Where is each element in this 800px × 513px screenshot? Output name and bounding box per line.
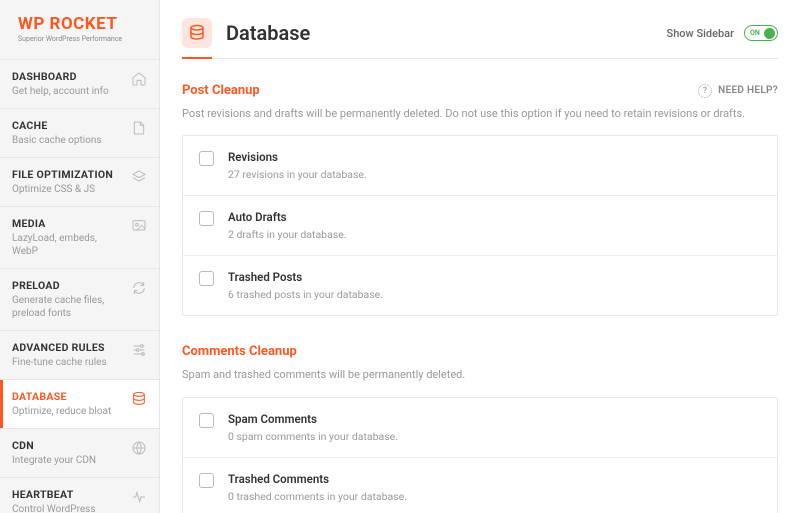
page-title: Database <box>226 21 310 45</box>
pulse-icon <box>131 489 147 505</box>
sidebar-item-title: CACHE <box>12 119 125 132</box>
show-sidebar-toggle[interactable]: ON <box>744 25 778 41</box>
sliders-icon <box>131 342 147 358</box>
option-auto-drafts: Auto Drafts 2 drafts in your database. <box>183 196 777 256</box>
image-icon <box>131 218 147 234</box>
database-icon <box>131 391 147 407</box>
tab-indicator <box>182 58 778 59</box>
sidebar-item-subtitle: Get help, account info <box>12 85 125 98</box>
sidebar-item-cache[interactable]: CACHE Basic cache options <box>0 109 159 158</box>
sidebar-item-subtitle: LazyLoad, embeds, WebP <box>12 232 125 258</box>
option-info: 2 drafts in your database. <box>228 228 347 241</box>
option-label: Trashed Posts <box>228 270 383 284</box>
sidebar-item-media[interactable]: MEDIA LazyLoad, embeds, WebP <box>0 207 159 269</box>
option-info: 27 revisions in your database. <box>228 168 367 181</box>
option-info: 0 spam comments in your database. <box>228 430 398 443</box>
sidebar-item-subtitle: Fine-tune cache rules <box>12 356 125 369</box>
checkbox[interactable] <box>199 211 214 226</box>
sidebar-item-subtitle: Integrate your CDN <box>12 454 125 467</box>
option-label: Auto Drafts <box>228 210 347 224</box>
brand-tagline: Superior WordPress Performance <box>18 35 141 43</box>
section-description: Spam and trashed comments will be perman… <box>182 367 778 382</box>
sidebar-item-title: FILE OPTIMIZATION <box>12 168 125 181</box>
sidebar-item-cdn[interactable]: CDN Integrate your CDN <box>0 429 159 478</box>
section-description: Post revisions and drafts will be perman… <box>182 106 778 121</box>
option-label: Revisions <box>228 150 367 164</box>
option-info: 0 trashed comments in your database. <box>228 490 407 503</box>
sidebar-item-heartbeat[interactable]: HEARTBEAT Control WordPress Heartbeat API <box>0 478 159 513</box>
checkbox[interactable] <box>199 413 214 428</box>
option-info: 6 trashed posts in your database. <box>228 288 383 301</box>
refresh-icon <box>131 280 147 296</box>
option-trashed-posts: Trashed Posts 6 trashed posts in your dat… <box>183 256 777 315</box>
file-icon <box>131 120 147 136</box>
sidebar-item-preload[interactable]: PRELOAD Generate cache files, preload fon… <box>0 269 159 331</box>
option-label: Spam Comments <box>228 412 398 426</box>
option-spam-comments: Spam Comments 0 spam comments in your dat… <box>183 398 777 458</box>
sidebar-item-title: HEARTBEAT <box>12 488 125 501</box>
home-icon <box>131 71 147 87</box>
option-label: Trashed Comments <box>228 472 407 486</box>
option-trashed-comments: Trashed Comments 0 trashed comments in yo… <box>183 458 777 513</box>
need-help-link[interactable]: ?NEED HELP? <box>698 84 778 98</box>
sidebar-item-subtitle: Basic cache options <box>12 134 125 147</box>
sidebar: WP ROCKET Superior WordPress Performance… <box>0 0 160 513</box>
show-sidebar-label: Show Sidebar <box>667 27 734 40</box>
brand-logo: WP ROCKET Superior WordPress Performance <box>0 0 159 60</box>
database-icon <box>182 18 212 48</box>
section-title: Post Cleanup <box>182 83 260 98</box>
options-container: Spam Comments 0 spam comments in your dat… <box>182 397 778 513</box>
sidebar-item-title: DATABASE <box>12 390 125 403</box>
sidebar-item-title: DASHBOARD <box>12 70 125 83</box>
sidebar-item-advanced-rules[interactable]: ADVANCED RULES Fine-tune cache rules <box>0 331 159 380</box>
brand-name: WP ROCKET <box>18 14 141 34</box>
sidebar-item-subtitle: Generate cache files, preload fonts <box>12 294 125 320</box>
checkbox[interactable] <box>199 473 214 488</box>
section-post-cleanup: Post Cleanup ?NEED HELP? Post revisions an… <box>182 83 778 316</box>
checkbox[interactable] <box>199 151 214 166</box>
sidebar-item-title: CDN <box>12 439 125 452</box>
sidebar-item-database[interactable]: DATABASE Optimize, reduce bloat <box>0 380 159 429</box>
page-header: Database Show Sidebar ON <box>182 18 778 48</box>
sidebar-item-subtitle: Optimize CSS & JS <box>12 183 125 196</box>
checkbox[interactable] <box>199 271 214 286</box>
globe-icon <box>131 440 147 456</box>
sidebar-item-file-optimization[interactable]: FILE OPTIMIZATION Optimize CSS & JS <box>0 158 159 207</box>
sidebar-item-subtitle: Optimize, reduce bloat <box>12 405 125 418</box>
layers-icon <box>131 169 147 185</box>
main-content: Database Show Sidebar ON Post Cleanup ?NE… <box>160 0 800 513</box>
help-icon: ? <box>698 84 712 98</box>
sidebar-item-title: ADVANCED RULES <box>12 341 125 354</box>
sidebar-item-title: PRELOAD <box>12 279 125 292</box>
options-container: Revisions 27 revisions in your database. A… <box>182 135 778 316</box>
section-comments-cleanup: Comments Cleanup Spam and trashed comment… <box>182 344 778 513</box>
sidebar-item-dashboard[interactable]: DASHBOARD Get help, account info <box>0 60 159 109</box>
sidebar-item-subtitle: Control WordPress Heartbeat API <box>12 503 125 513</box>
section-title: Comments Cleanup <box>182 344 297 359</box>
option-revisions: Revisions 27 revisions in your database. <box>183 136 777 196</box>
sidebar-item-title: MEDIA <box>12 217 125 230</box>
